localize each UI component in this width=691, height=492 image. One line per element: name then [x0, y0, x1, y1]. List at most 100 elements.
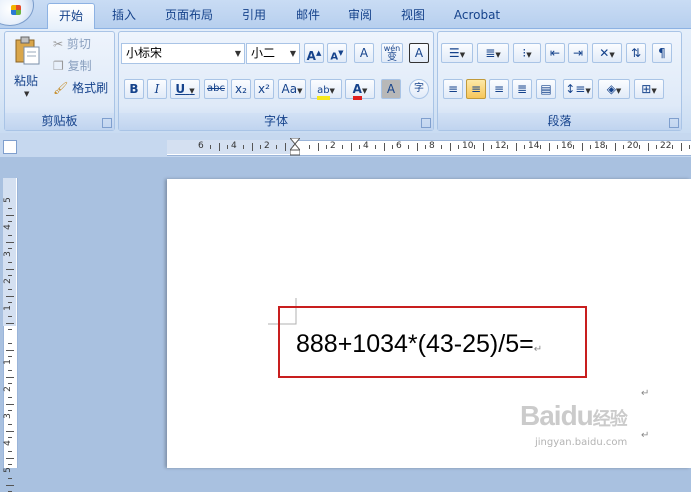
tab-stop-selector[interactable]	[3, 140, 17, 154]
bullets-button[interactable]: ☰▼	[441, 43, 473, 63]
line-spacing-button[interactable]: ↕≡▼	[563, 79, 593, 99]
ruler-tick-mark	[8, 234, 12, 236]
ruler-tick-mark	[8, 356, 12, 358]
character-border-icon: A	[414, 46, 424, 60]
superscript-button[interactable]: x²	[254, 79, 274, 99]
ruler-tick-mark	[573, 145, 575, 149]
enclose-characters-icon: 字	[414, 83, 424, 94]
asian-layout-icon: ✕	[599, 46, 610, 60]
watermark-brand: Baidu	[520, 400, 594, 431]
tab-page-layout[interactable]: 页面布局	[158, 3, 220, 28]
ruler-tick-mark	[515, 143, 517, 151]
shrink-font-button[interactable]: A▼	[327, 43, 347, 63]
ruler-tick-mark	[6, 295, 14, 297]
cut-button[interactable]: ✂ 剪切	[52, 34, 102, 52]
tab-mailings[interactable]: 邮件	[287, 3, 329, 28]
phonetic-guide-button[interactable]: wén 变	[381, 43, 403, 63]
numbering-icon: ≣	[485, 46, 496, 60]
tab-home[interactable]: 开始	[47, 3, 95, 29]
underline-icon: U	[175, 82, 186, 96]
decrease-indent-button[interactable]: ⇤	[545, 43, 565, 63]
font-size-value: 小二	[251, 46, 276, 60]
show-formatting-marks-button[interactable]: ¶	[652, 43, 672, 63]
indent-marker-icon[interactable]	[288, 137, 302, 156]
formula-text[interactable]: 888+1034*(43-25)/5=↵	[296, 330, 542, 359]
ruler-tick-mark	[8, 464, 12, 466]
pilcrow-icon: ¶	[658, 46, 666, 60]
sort-button[interactable]: ⇅	[626, 43, 646, 63]
ruler-tick-label: 4	[2, 224, 13, 230]
ruler-tick-label: 4	[363, 141, 369, 151]
ruler-tick-mark	[416, 143, 418, 151]
tab-references[interactable]: 引用	[233, 3, 275, 28]
bold-button[interactable]: B	[124, 79, 144, 99]
ruler-tick-label: 2	[2, 386, 13, 392]
ruler-tick-mark	[8, 288, 12, 290]
borders-button[interactable]: ⊞▼	[634, 79, 664, 99]
character-shading-icon: A	[386, 82, 396, 96]
ruler-tick-mark	[8, 207, 12, 209]
font-size-combo[interactable]: 小二 ▼	[246, 43, 300, 64]
clear-formatting-button[interactable]: A	[354, 43, 374, 63]
ruler-tick-mark	[350, 143, 352, 151]
paragraph-group-title: 段落	[438, 113, 681, 130]
multilevel-list-button[interactable]: ⁝▼	[513, 43, 541, 63]
ruler-tick-mark	[8, 450, 12, 452]
watermark-url: jingyan.baidu.com	[535, 437, 628, 448]
ruler-tick-mark	[309, 145, 311, 149]
ruler-tick-mark	[523, 145, 525, 149]
ruler-tick-mark	[210, 145, 212, 149]
font-launcher-icon[interactable]	[421, 118, 431, 128]
decrease-indent-icon: ⇤	[549, 46, 561, 60]
strikethrough-icon: abc	[207, 83, 225, 94]
ruler-tick-label: 6	[396, 141, 402, 151]
numbering-button[interactable]: ≣▼	[477, 43, 509, 63]
paragraph-launcher-icon[interactable]	[669, 118, 679, 128]
office-logo-icon	[11, 5, 21, 15]
format-painter-button[interactable]: 🖌 格式刷	[52, 78, 112, 96]
align-center-button[interactable]: ≡	[466, 79, 486, 99]
change-case-button[interactable]: Aa▼	[278, 79, 306, 99]
character-border-button[interactable]: A	[409, 43, 429, 63]
tab-review[interactable]: 审阅	[339, 3, 381, 28]
shrink-font-icon: A	[330, 51, 339, 63]
font-name-combo[interactable]: 小标宋 ▼	[121, 43, 245, 64]
ruler-tick-mark	[218, 143, 220, 151]
align-center-icon: ≡	[470, 82, 482, 96]
clipboard-launcher-icon[interactable]	[102, 118, 112, 128]
ruler-tick-mark	[317, 143, 319, 151]
paste-icon	[15, 36, 40, 65]
copy-button[interactable]: ❐ 复制	[52, 56, 102, 74]
enclose-characters-button[interactable]: 字	[409, 79, 429, 99]
paste-button[interactable]: 粘贴 ▼	[7, 33, 47, 99]
increase-indent-button[interactable]: ⇥	[568, 43, 588, 63]
strikethrough-button[interactable]: abc	[204, 79, 228, 99]
format-painter-label: 格式刷	[72, 81, 109, 95]
shading-button[interactable]: ◈▼	[598, 79, 630, 99]
grow-font-icon: A	[306, 49, 316, 63]
clipboard-group-title: 剪贴板	[5, 113, 114, 130]
font-color-button[interactable]: A▼	[345, 79, 375, 100]
ruler-tick-label: 14	[528, 141, 540, 151]
justify-button[interactable]: ≣	[512, 79, 532, 99]
ruler-tick-mark	[556, 145, 558, 149]
ruler-tick-mark	[482, 143, 484, 151]
ruler-tick-label: 2	[2, 278, 13, 284]
text-highlight-button[interactable]: ab▼	[310, 79, 342, 100]
grow-font-button[interactable]: A▲	[304, 43, 324, 63]
ruler-tick-mark	[614, 143, 616, 151]
asian-layout-button[interactable]: ✕▼	[592, 43, 622, 63]
distributed-button[interactable]: ▤	[536, 79, 556, 99]
tab-insert[interactable]: 插入	[103, 3, 145, 28]
ruler-tick-mark	[6, 322, 14, 324]
align-left-button[interactable]: ≡	[443, 79, 463, 99]
underline-button[interactable]: U ▼	[170, 79, 200, 99]
tab-acrobat[interactable]: Acrobat	[447, 3, 507, 28]
ruler-tick-mark	[276, 145, 278, 149]
italic-button[interactable]: I	[147, 79, 167, 99]
ruler-tick-mark	[8, 383, 12, 385]
character-shading-button[interactable]: A	[381, 79, 401, 99]
subscript-button[interactable]: x₂	[231, 79, 251, 99]
tab-view[interactable]: 视图	[392, 3, 434, 28]
align-right-button[interactable]: ≡	[489, 79, 509, 99]
